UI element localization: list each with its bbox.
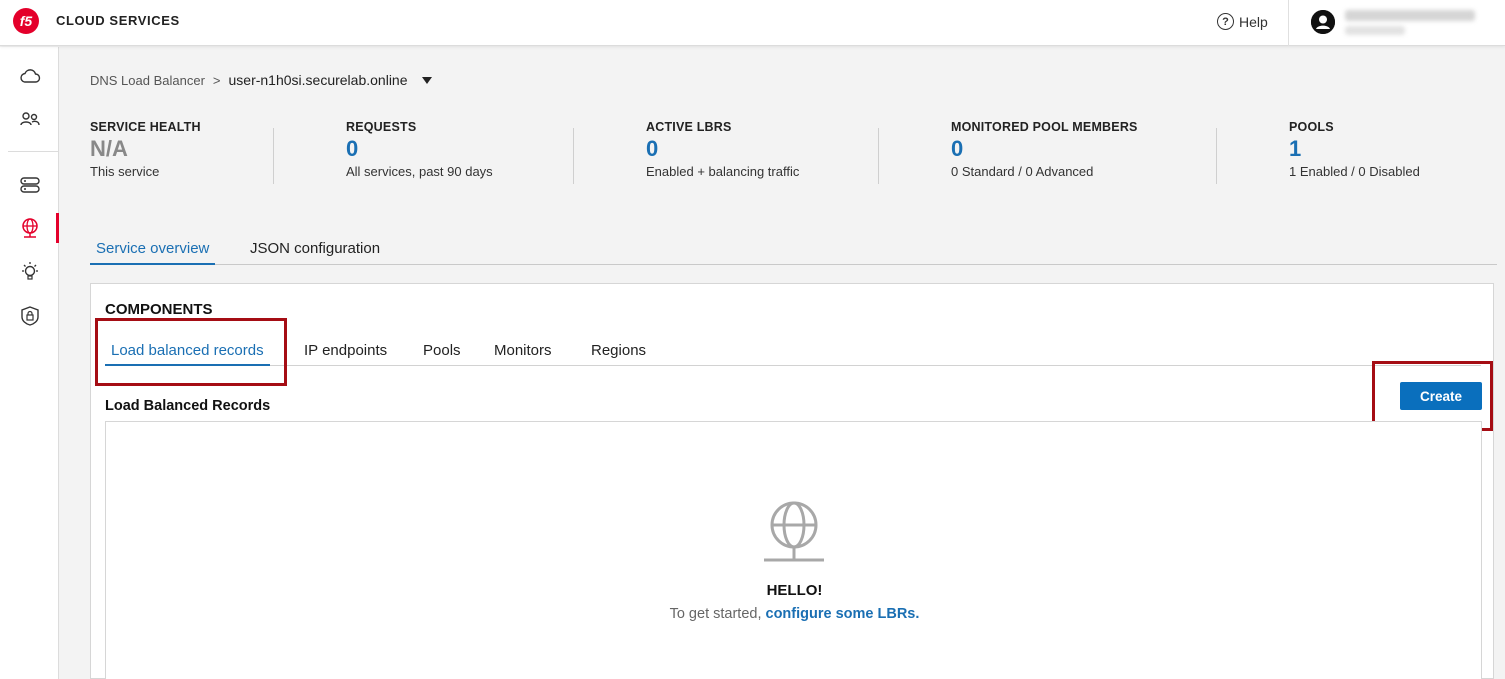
main-tabs: Service overview JSON configuration [90,240,1497,265]
stat-subtext: 0 Standard / 0 Advanced [951,164,1094,179]
stat-subtext: All services, past 90 days [346,164,493,179]
tab-ip-endpoints[interactable]: IP endpoints [304,342,387,366]
empty-state-text: To get started, configure some LBRs. [106,606,1483,622]
sidebar-item-dns[interactable] [0,213,59,243]
stat-divider [1216,128,1217,184]
stat-label: SERVICE HEALTH [90,120,201,134]
breadcrumb-root-link[interactable]: DNS Load Balancer [90,73,205,88]
sidebar-item-cloud[interactable] [0,61,59,91]
users-icon [19,112,40,126]
help-label: Help [1239,13,1268,30]
stat-label: REQUESTS [346,120,417,134]
shield-lock-icon [20,306,39,326]
user-avatar-icon[interactable] [1311,10,1335,34]
chevron-right-icon: > [212,72,221,88]
left-sidebar [0,47,59,679]
stat-value: 0 [646,136,659,161]
top-bar: f5 CLOUD SERVICES ? Help [0,0,1505,46]
sidebar-item-insights[interactable] [0,257,59,287]
breadcrumb-current: user-n1h0si.securelab.online [228,72,408,88]
stat-pools: POOLS 1 1 Enabled / 0 Disabled [1289,120,1420,179]
lightbulb-icon [21,262,38,280]
stat-divider [573,128,574,184]
configure-lbrs-link[interactable]: configure some LBRs. [766,606,920,622]
server-stack-icon [19,177,40,193]
tab-pools[interactable]: Pools [423,342,461,366]
stat-subtext: 1 Enabled / 0 Disabled [1289,164,1420,179]
stat-value: 0 [951,136,964,161]
sidebar-divider [8,151,58,152]
stat-active-lbrs: ACTIVE LBRS 0 Enabled + balancing traffi… [646,120,799,179]
globe-icon [21,218,38,238]
brand-title: CLOUD SERVICES [56,13,180,28]
stat-label: MONITORED POOL MEMBERS [951,120,1138,134]
section-title: Load Balanced Records [105,398,271,414]
components-tabs: Load balanced records IP endpoints Pools… [105,342,1481,366]
breadcrumb: DNS Load Balancer > user-n1h0si.securela… [90,72,432,88]
stat-monitored-pool-members: MONITORED POOL MEMBERS 0 0 Standard / 0 … [951,120,1138,179]
sidebar-item-security[interactable] [0,301,59,331]
stat-requests: REQUESTS 0 All services, past 90 days [346,120,493,179]
empty-state-title: HELLO! [766,582,823,599]
stat-divider [878,128,879,184]
header-divider [1288,0,1289,46]
stat-subtext: Enabled + balancing traffic [646,164,800,179]
stat-value: 1 [1289,136,1302,161]
globe-icon [764,501,824,562]
question-circle-icon: ? [1217,13,1234,30]
stat-label: POOLS [1289,120,1334,134]
highlight-box-lbr-tab [95,318,287,386]
sidebar-item-users[interactable] [0,104,59,134]
tab-service-overview[interactable]: Service overview [90,240,216,265]
stat-divider [273,128,274,184]
stat-service-health: SERVICE HEALTH N/A This service [90,120,201,179]
components-panel: COMPONENTS Load balanced records IP endp… [90,283,1494,679]
f5-logo[interactable]: f5 [13,8,39,34]
help-button[interactable]: ? Help [1217,13,1268,30]
stat-subtext: This service [90,164,160,179]
components-title: COMPONENTS [105,301,213,318]
user-org-redacted [1345,26,1405,35]
user-name-redacted[interactable] [1345,10,1475,21]
sidebar-item-servers[interactable] [0,170,59,200]
tab-monitors[interactable]: Monitors [494,342,552,366]
tab-regions[interactable]: Regions [591,342,646,366]
caret-down-icon[interactable] [421,76,432,84]
stat-label: ACTIVE LBRS [646,120,732,134]
tab-json-configuration[interactable]: JSON configuration [250,240,380,265]
stat-value: 0 [346,136,359,161]
cloud-icon [19,69,40,83]
empty-state-prefix: To get started, [669,606,762,622]
records-empty-state: HELLO! To get started, configure some LB… [105,421,1482,679]
stat-value: N/A [90,136,128,161]
